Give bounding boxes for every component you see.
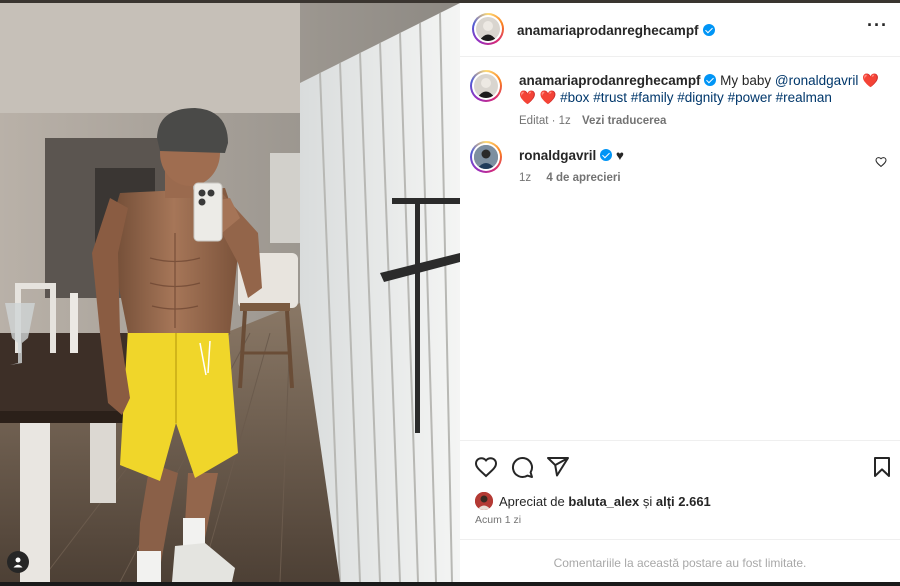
likes-line: Apreciat de baluta_alex și alți 2.661 <box>475 492 711 510</box>
caption-avatar[interactable] <box>470 70 502 102</box>
hashtag[interactable]: #power <box>728 90 772 105</box>
heart-emoji: ❤️ <box>539 90 557 105</box>
verified-badge-icon <box>703 24 716 36</box>
hashtag[interactable]: #family <box>631 90 674 105</box>
comment-icon[interactable] <box>510 455 534 484</box>
verified-badge-icon <box>600 149 613 161</box>
comment-avatar[interactable] <box>470 141 502 173</box>
comment-username[interactable]: ronaldgavril <box>519 148 596 163</box>
verified-badge-icon <box>704 74 717 86</box>
heart-icon[interactable] <box>474 455 498 484</box>
caption-username[interactable]: anamariaprodanreghecampf <box>519 73 701 88</box>
header-user: anamariaprodanreghecampf <box>517 22 716 40</box>
caption-mention[interactable]: @ronaldgavril <box>775 73 859 88</box>
caption-time[interactable]: 1z <box>559 115 571 127</box>
likes-prefix: Apreciat de <box>499 493 565 509</box>
comment-heart-icon[interactable] <box>875 155 887 173</box>
likes-suffix: și <box>642 493 653 509</box>
header-username[interactable]: anamariaprodanreghecampf <box>517 23 699 38</box>
story-icon[interactable] <box>7 551 29 573</box>
author-avatar[interactable] <box>472 13 504 45</box>
translate-link[interactable]: Vezi traducerea <box>582 115 666 127</box>
post-time[interactable]: Acum 1 zi <box>475 514 521 526</box>
bookmark-icon[interactable] <box>870 455 894 484</box>
comment-text: ♥ <box>615 148 624 163</box>
likes-others[interactable]: alți 2.661 <box>656 494 711 509</box>
caption-meta: Editat · 1z Vezi traducerea <box>519 115 667 127</box>
comment-likes[interactable]: 4 de aprecieri <box>546 172 620 184</box>
post-panel: anamariaprodanreghecampf ··· anamariapro… <box>460 3 900 582</box>
caption-text: anamariaprodanreghecampf My baby @ronald… <box>519 72 879 130</box>
hashtag[interactable]: #realman <box>776 90 832 105</box>
comment-meta: 1z 4 de aprecieri <box>519 172 621 184</box>
hashtag[interactable]: #trust <box>593 90 627 105</box>
photo-illustration <box>0 3 460 582</box>
likes-user[interactable]: baluta_alex <box>568 494 639 509</box>
more-icon[interactable]: ··· <box>867 16 888 34</box>
comment-time[interactable]: 1z <box>519 172 531 184</box>
hashtag[interactable]: #dignity <box>677 90 724 105</box>
comment-line: ronaldgavril ♥ <box>519 148 624 163</box>
comments-limited-notice: Comentariile la această postare au fost … <box>460 539 900 584</box>
edited-label: Editat <box>519 115 549 127</box>
actions-section: Apreciat de baluta_alex și alți 2.661 Ac… <box>460 440 900 583</box>
caption-prefix: My baby <box>720 73 772 88</box>
post-header: anamariaprodanreghecampf ··· <box>460 3 900 57</box>
liker-avatar[interactable] <box>475 492 493 510</box>
hashtag[interactable]: #box <box>560 90 589 105</box>
post-photo[interactable] <box>0 3 460 582</box>
share-icon[interactable] <box>546 455 570 484</box>
